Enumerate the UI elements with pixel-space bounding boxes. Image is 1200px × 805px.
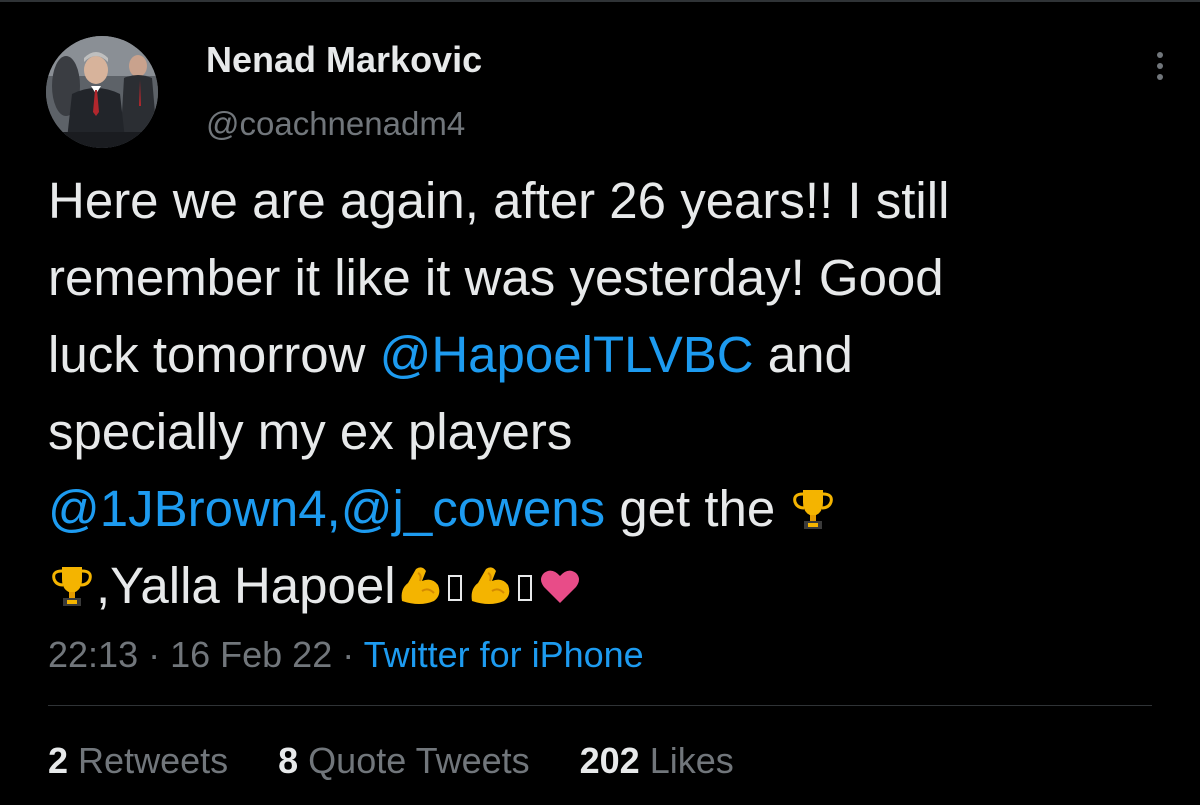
tweet-line: @1JBrown4,@j_cowens get the xyxy=(48,470,1158,547)
tweet-line: remember it like it was yesterday! Good xyxy=(48,249,944,306)
author-name[interactable]: Nenad Markovic xyxy=(206,38,482,82)
tweet-date[interactable]: 16 Feb 22 xyxy=(170,634,332,675)
author-handle[interactable]: @coachnenadm4 xyxy=(206,104,465,144)
tweet-line: luck tomorrow @HapoelTLVBC and xyxy=(48,316,1158,393)
tweet-text-segment: luck tomorrow xyxy=(48,326,380,383)
quote-tweets-label: Quote Tweets xyxy=(308,740,530,781)
tweet-text-segment: ,Yalla Hapoel xyxy=(96,557,396,614)
tweet-line: Here we are again, after 26 years!! I st… xyxy=(48,172,950,229)
retweets-label: Retweets xyxy=(78,740,229,781)
top-divider xyxy=(0,0,1200,2)
tweet-line: specially my ex players xyxy=(48,403,573,460)
tweet-text-segment: get the xyxy=(605,480,790,537)
meta-separator: · xyxy=(138,634,171,675)
trophy-icon xyxy=(793,490,834,529)
mention-link[interactable]: @1JBrown4,@j_cowens xyxy=(48,480,605,537)
stats-divider xyxy=(48,705,1152,706)
meta-separator: · xyxy=(332,634,364,675)
flexed-biceps-icon xyxy=(471,567,509,604)
tweet-text: Here we are again, after 26 years!! I st… xyxy=(48,162,1158,624)
tweet-time[interactable]: 22:13 xyxy=(48,634,138,675)
avatar[interactable] xyxy=(46,36,158,148)
tweet-source-link[interactable]: Twitter for iPhone xyxy=(364,634,644,675)
trophy-icon xyxy=(52,567,92,606)
missing-glyph-icon xyxy=(517,575,532,601)
heart-icon xyxy=(540,570,579,603)
likes-label: Likes xyxy=(649,740,734,781)
tweet-text-segment: and xyxy=(753,326,853,383)
avatar-photo xyxy=(46,36,158,148)
quote-tweets-stat[interactable]: 8 Quote Tweets xyxy=(278,736,530,786)
tweet-stats: 2 Retweets 8 Quote Tweets 202 Likes xyxy=(48,736,734,786)
likes-stat[interactable]: 202 Likes xyxy=(580,736,734,786)
tweet-line: ,Yalla Hapoel xyxy=(48,547,1158,624)
tweet-meta: 22:13 · 16 Feb 22 · Twitter for iPhone xyxy=(48,630,644,680)
retweets-count: 2 xyxy=(48,740,69,781)
more-options-icon[interactable] xyxy=(1140,44,1180,88)
mention-link[interactable]: @HapoelTLVBC xyxy=(380,326,754,383)
flexed-biceps-icon xyxy=(401,567,439,604)
missing-glyph-icon xyxy=(447,575,462,601)
likes-count: 202 xyxy=(579,740,640,781)
quote-tweets-count: 8 xyxy=(278,740,299,781)
retweets-stat[interactable]: 2 Retweets xyxy=(48,736,228,786)
